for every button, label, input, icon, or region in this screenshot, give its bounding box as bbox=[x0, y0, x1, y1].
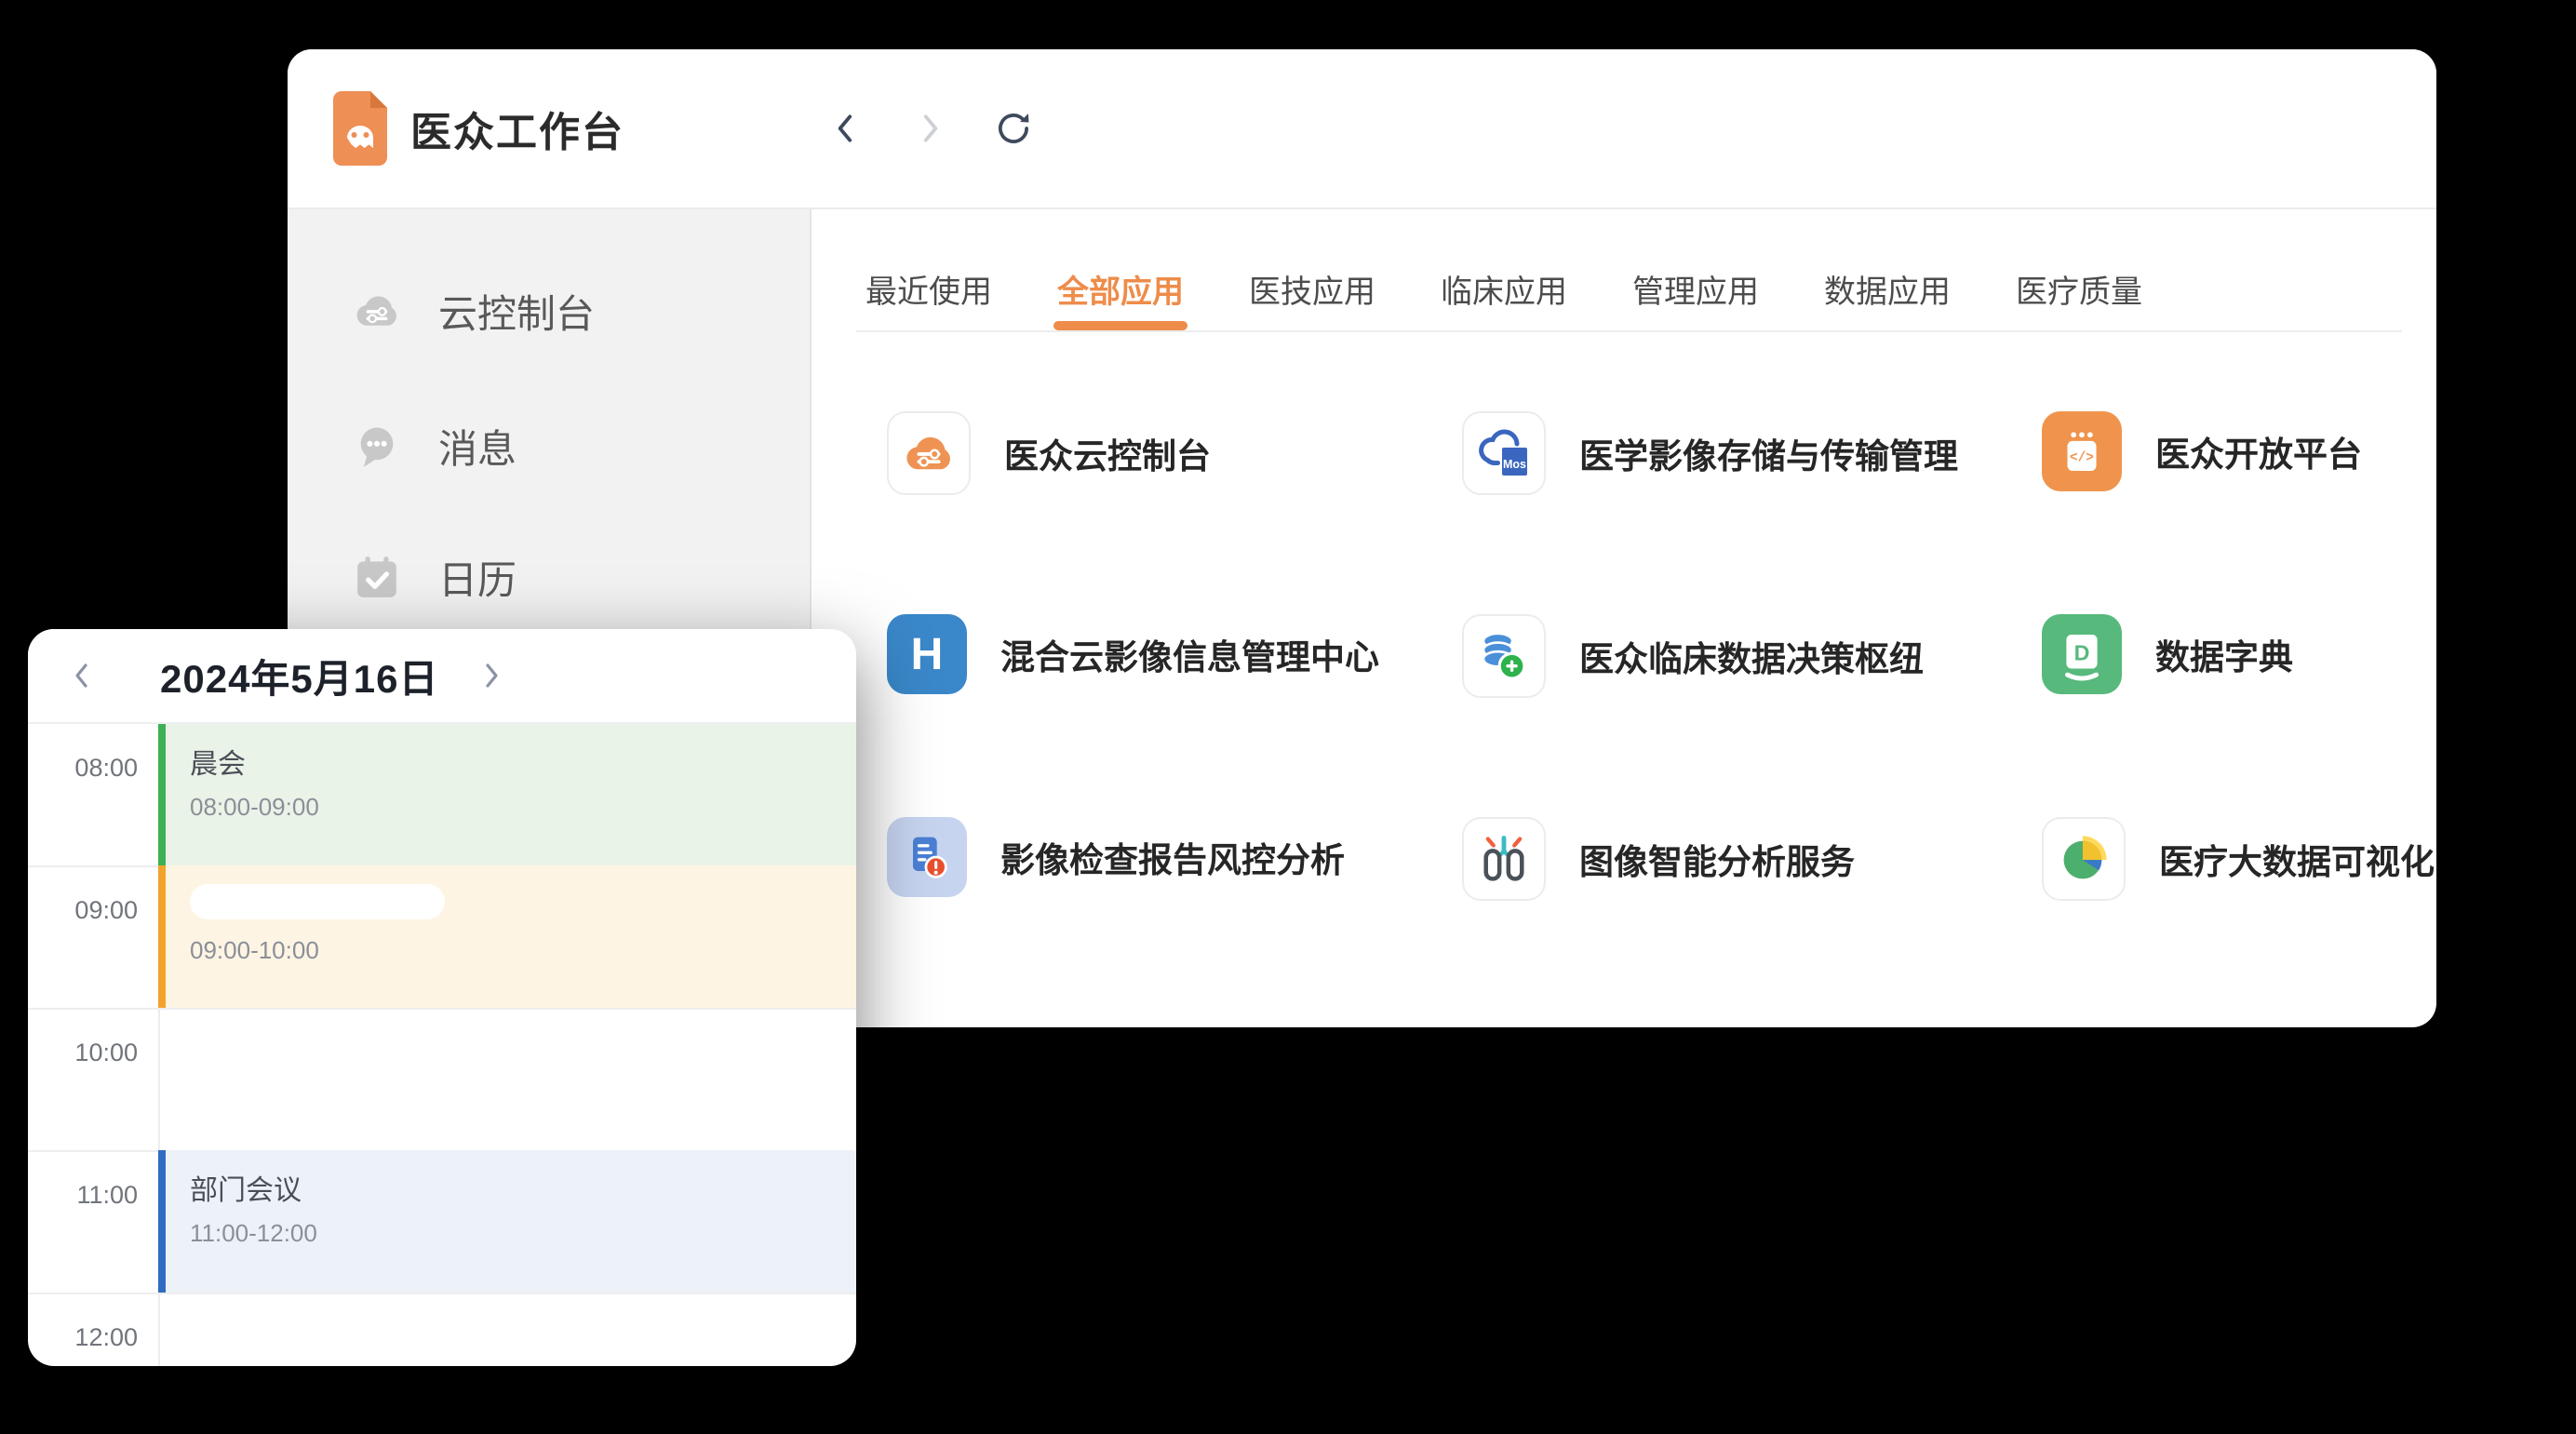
app-label: 影像检查报告风控分析 bbox=[1000, 832, 1345, 882]
cloud-storage-icon: Mos bbox=[1462, 411, 1546, 495]
time-label: 11:00 bbox=[28, 1181, 138, 1210]
svg-text:D: D bbox=[2074, 641, 2090, 665]
tab-management-apps[interactable]: 管理应用 bbox=[1632, 271, 1759, 330]
app-label: 医众云控制台 bbox=[1004, 428, 1211, 478]
event-title: 晨会 bbox=[190, 741, 856, 782]
tab-all-apps[interactable]: 全部应用 bbox=[1057, 271, 1184, 330]
tab-quality[interactable]: 医疗质量 bbox=[2016, 271, 2142, 330]
app-report-risk-analysis[interactable]: 影像检查报告风控分析 bbox=[887, 817, 1345, 897]
sidebar-item-label: 日历 bbox=[438, 549, 517, 606]
dictionary-book-icon: D bbox=[2042, 614, 2122, 694]
lungs-icon bbox=[1462, 817, 1546, 901]
window-header: 医众工作台 bbox=[288, 49, 2436, 209]
tab-data-apps[interactable]: 数据应用 bbox=[1824, 271, 1951, 330]
app-open-platform[interactable]: </> 医众开放平台 bbox=[2042, 411, 2362, 491]
calendar-event-department-meeting[interactable]: 部门会议 11:00-12:00 bbox=[158, 1150, 856, 1293]
app-image-storage[interactable]: Mos 医学影像存储与传输管理 bbox=[1462, 411, 1958, 495]
tab-recent[interactable]: 最近使用 bbox=[865, 271, 992, 330]
pie-chart-icon bbox=[2042, 817, 2126, 901]
calendar-event-redacted[interactable]: 09:00-10:00 bbox=[158, 865, 856, 1008]
app-cloud-console[interactable]: 医众云控制台 bbox=[887, 411, 1211, 495]
event-time: 11:00-12:00 bbox=[190, 1219, 856, 1248]
calendar-header: 2024年5月16日 bbox=[28, 629, 856, 724]
app-hybrid-cloud-imaging[interactable]: H 混合云影像信息管理中心 bbox=[887, 614, 1379, 694]
app-data-dictionary[interactable]: D 数据字典 bbox=[2042, 614, 2293, 694]
calendar-event-morning-meeting[interactable]: 晨会 08:00-09:00 bbox=[158, 724, 856, 865]
back-button[interactable] bbox=[825, 108, 866, 149]
app-label: 数据字典 bbox=[2155, 629, 2293, 679]
tab-medtech-apps[interactable]: 医技应用 bbox=[1249, 271, 1375, 330]
app-label: 医众临床数据决策枢纽 bbox=[1579, 631, 1924, 681]
hour-line bbox=[28, 1008, 856, 1010]
refresh-button[interactable] bbox=[993, 108, 1034, 149]
calendar-next-button[interactable] bbox=[465, 629, 517, 722]
svg-text:Mos: Mos bbox=[1503, 458, 1526, 471]
report-alert-icon bbox=[887, 817, 967, 897]
database-plus-icon bbox=[1462, 614, 1546, 698]
event-title-redacted bbox=[190, 884, 445, 919]
event-title: 部门会议 bbox=[190, 1167, 856, 1208]
calendar-date: 2024年5月16日 bbox=[160, 629, 439, 722]
sidebar-item-label: 云控制台 bbox=[438, 283, 595, 340]
calendar-prev-button[interactable] bbox=[56, 629, 108, 722]
time-label: 08:00 bbox=[28, 754, 138, 783]
sidebar-item-calendar[interactable]: 日历 bbox=[351, 547, 517, 607]
cloud-sliders-icon bbox=[887, 411, 971, 495]
header-nav bbox=[825, 49, 1034, 208]
open-platform-code-icon: </> bbox=[2042, 411, 2122, 491]
app-label: 医疗大数据可视化 bbox=[2159, 834, 2435, 884]
sidebar-item-messages[interactable]: 消息 bbox=[351, 416, 517, 476]
time-label: 12:00 bbox=[28, 1323, 138, 1352]
letter-h-icon: H bbox=[887, 614, 967, 694]
sidebar-item-cloud-console[interactable]: 云控制台 bbox=[351, 281, 595, 341]
app-title: 医众工作台 bbox=[410, 49, 624, 208]
svg-text:</>: </> bbox=[2070, 451, 2094, 466]
app-label: 图像智能分析服务 bbox=[1579, 834, 1855, 884]
app-image-ai-analysis[interactable]: 图像智能分析服务 bbox=[1462, 817, 1855, 901]
sidebar-item-label: 消息 bbox=[438, 418, 517, 475]
message-bubble-icon bbox=[351, 420, 403, 472]
app-label: 医众开放平台 bbox=[2155, 426, 2362, 476]
app-logo-icon bbox=[333, 91, 387, 166]
app-bigdata-visualization[interactable]: 医疗大数据可视化 bbox=[2042, 817, 2435, 901]
event-time: 08:00-09:00 bbox=[190, 793, 856, 822]
tab-clinical-apps[interactable]: 临床应用 bbox=[1441, 271, 1567, 330]
cloud-settings-icon bbox=[351, 285, 403, 337]
forward-button[interactable] bbox=[909, 108, 950, 149]
desktop-canvas: { "window": { "title": "医众工作台" }, "heade… bbox=[0, 0, 2576, 1434]
event-time: 09:00-10:00 bbox=[190, 936, 856, 965]
tabs-divider bbox=[856, 330, 2402, 332]
app-clinical-data-hub[interactable]: 医众临床数据决策枢纽 bbox=[1462, 614, 1924, 698]
calendar-check-icon bbox=[351, 551, 403, 603]
time-label: 10:00 bbox=[28, 1039, 138, 1067]
calendar-panel: 2024年5月16日 08:00 09:00 10:00 11:00 12:00… bbox=[28, 629, 856, 1366]
hour-line bbox=[28, 1293, 856, 1294]
time-label: 09:00 bbox=[28, 896, 138, 925]
app-label: 医学影像存储与传输管理 bbox=[1579, 428, 1958, 478]
calendar-day-grid: 08:00 09:00 10:00 11:00 12:00 晨会 08:00-0… bbox=[28, 724, 856, 1366]
app-label: 混合云影像信息管理中心 bbox=[1000, 629, 1379, 679]
app-category-tabs: 最近使用 全部应用 医技应用 临床应用 管理应用 数据应用 医疗质量 bbox=[865, 271, 2142, 330]
